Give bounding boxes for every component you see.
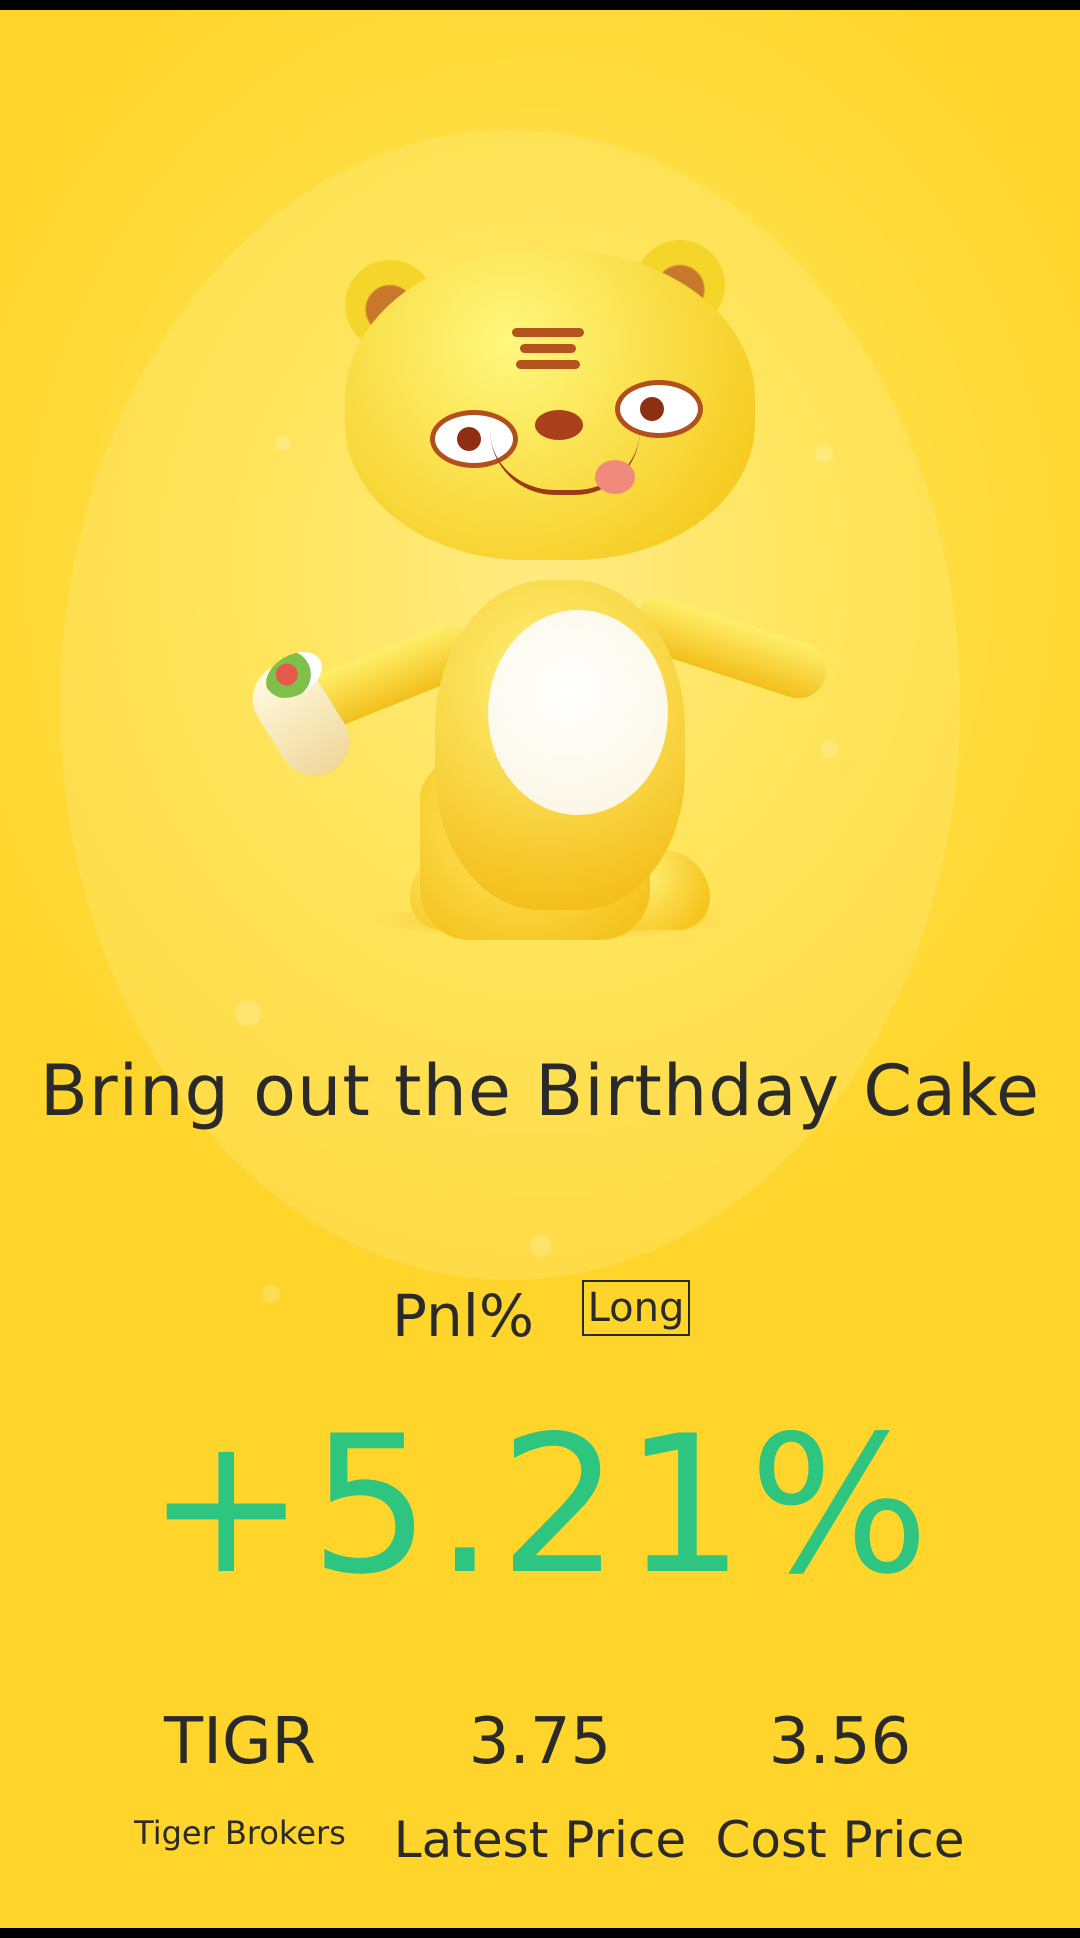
position-badge: Long [582,1280,690,1336]
stat-cost-price: 3.56 Cost Price [690,1710,990,1867]
head-stripe [512,328,584,337]
latest-price-label: Latest Price [393,1811,687,1869]
pnl-value: +5.21% [146,1395,934,1616]
pnl-header: Pnl% Long [0,1278,1080,1350]
latest-price-value: 3.75 [468,1705,612,1779]
company-name: Tiger Brokers [134,1814,346,1852]
cost-price-value: 3.56 [768,1705,912,1779]
sparkle [235,1000,261,1026]
share-title: Bring out the Birthday Cake [39,1050,1041,1132]
share-card: Bring out the Birthday Cake Pnl% Long +5… [0,10,1080,1928]
tiger-mascot-icon [239,240,870,960]
cost-price-label: Cost Price [715,1811,965,1869]
pnl-label: Pnl% [392,1282,534,1350]
stat-ticker: TIGR Tiger Brokers [90,1710,390,1852]
ticker-symbol: TIGR [163,1705,317,1779]
stat-latest-price: 3.75 Latest Price [390,1710,690,1867]
mascot-belly [488,610,668,815]
sparkle [530,1235,552,1257]
head-stripe [516,360,580,369]
head-stripe [520,344,576,353]
mascot-tongue [595,460,635,494]
